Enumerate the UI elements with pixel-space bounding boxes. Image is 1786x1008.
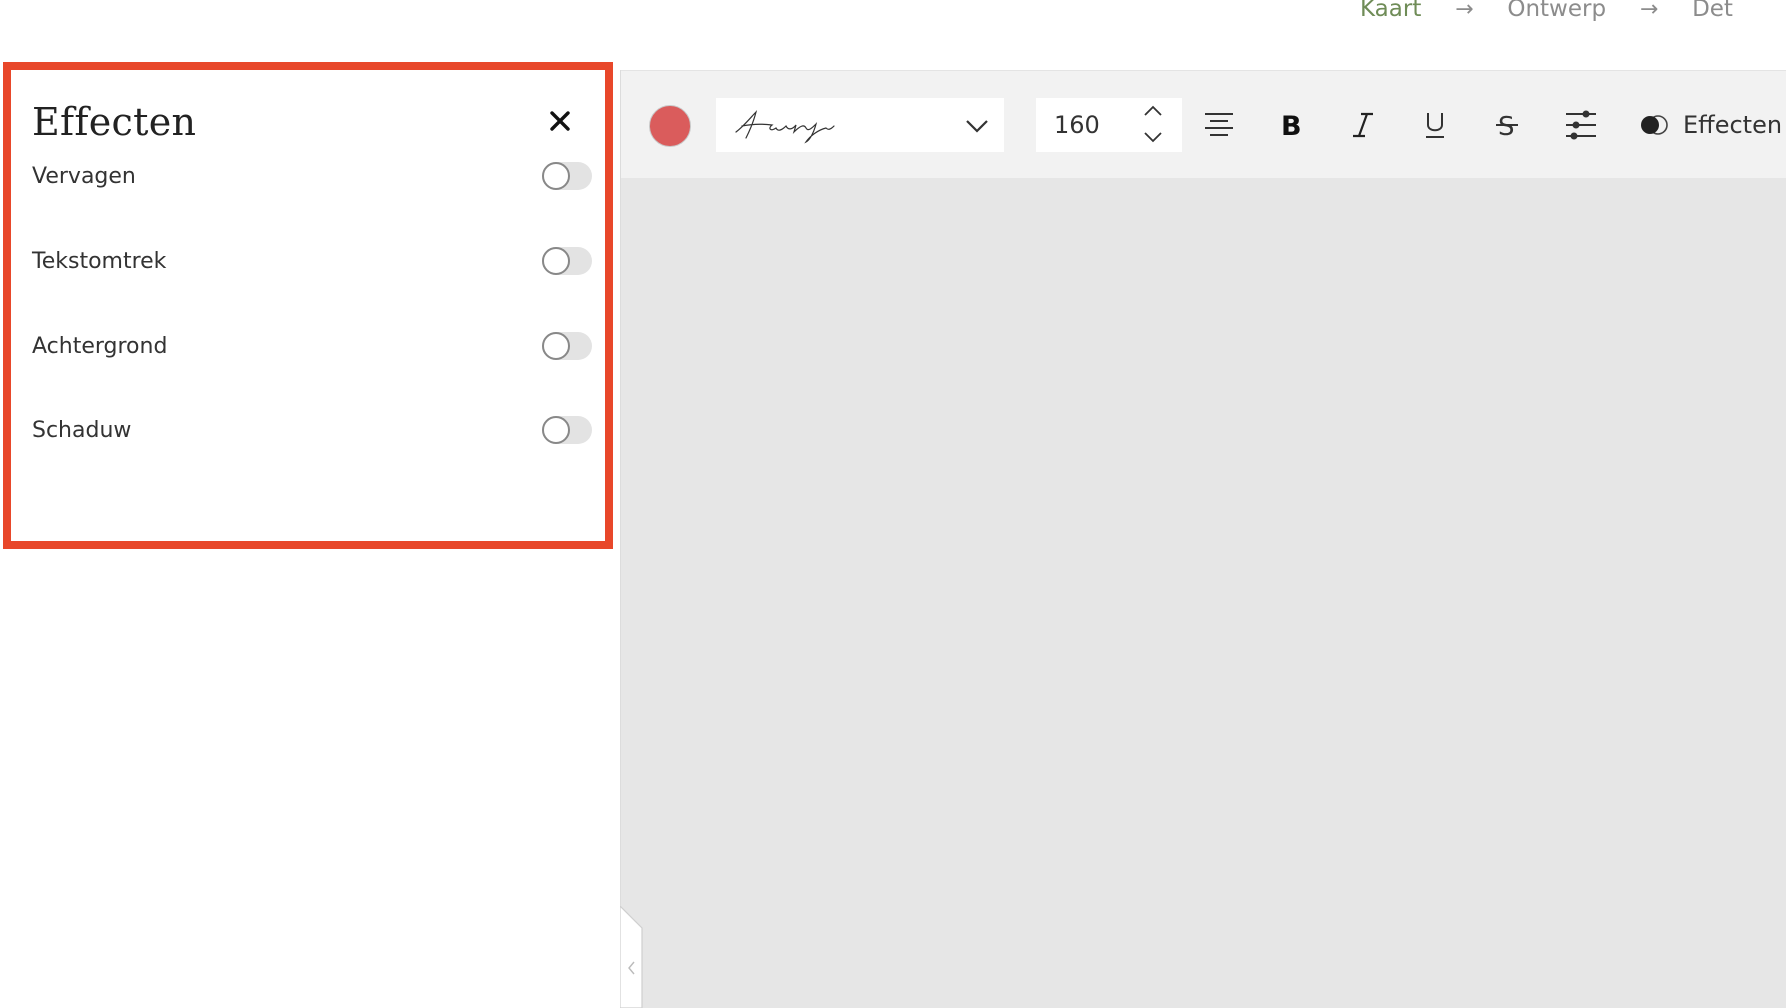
underline-icon[interactable] <box>1415 105 1455 145</box>
effects-button-label: Effecten <box>1683 111 1783 139</box>
svg-text:B: B <box>1281 111 1302 140</box>
chevron-down-icon <box>966 120 988 133</box>
arrow-right-icon: → <box>1639 0 1659 22</box>
font-size-input[interactable]: 160 <box>1036 98 1126 152</box>
effect-row-tekstomtrek: Tekstomtrek <box>32 241 592 281</box>
effect-row-schaduw: Schaduw <box>32 410 592 450</box>
editor-canvas[interactable]: 160 B S Effecten <box>620 70 1786 1008</box>
step-details[interactable]: Det <box>1692 0 1733 22</box>
vervagen-toggle[interactable] <box>542 162 592 190</box>
effect-label: Achtergrond <box>32 333 168 359</box>
bold-icon[interactable]: B <box>1271 105 1311 145</box>
text-color-swatch[interactable] <box>649 105 691 147</box>
close-icon[interactable] <box>545 106 575 136</box>
chevron-down-icon[interactable] <box>1142 130 1164 144</box>
effect-row-vervagen: Vervagen <box>32 156 592 196</box>
text-toolbar: 160 B S Effecten <box>621 70 1786 178</box>
align-center-icon[interactable] <box>1199 105 1239 145</box>
toggle-knob <box>542 416 570 444</box>
step-ontwerp[interactable]: Ontwerp <box>1507 0 1606 22</box>
effects-button[interactable]: Effecten <box>1639 103 1782 147</box>
effect-label: Tekstomtrek <box>32 248 167 274</box>
arrow-right-icon: → <box>1455 0 1474 22</box>
step-navigation: Kaart → Ontwerp → Det <box>1360 0 1733 24</box>
tekstomtrek-toggle[interactable] <box>542 247 592 275</box>
effects-icon <box>1641 115 1668 135</box>
toggle-knob <box>542 247 570 275</box>
strikethrough-icon[interactable]: S <box>1487 105 1527 145</box>
toggle-knob <box>542 162 570 190</box>
schaduw-toggle[interactable] <box>542 416 592 444</box>
panel-title: Effecten <box>32 100 197 144</box>
font-select[interactable] <box>716 98 1004 152</box>
achtergrond-toggle[interactable] <box>542 332 592 360</box>
font-size-stepper <box>1126 98 1182 152</box>
effects-panel: Effecten Vervagen Tekstomtrek Achtergron… <box>3 62 613 549</box>
effect-label: Schaduw <box>32 417 132 443</box>
collapse-handle[interactable] <box>620 906 648 1008</box>
effect-label: Vervagen <box>32 163 136 189</box>
sliders-icon[interactable] <box>1561 105 1601 145</box>
chevron-up-icon[interactable] <box>1142 104 1164 118</box>
toggle-knob <box>542 332 570 360</box>
step-kaart[interactable]: Kaart <box>1360 0 1421 22</box>
effect-row-achtergrond: Achtergrond <box>32 326 592 366</box>
italic-icon[interactable] <box>1343 105 1383 145</box>
font-preview <box>735 110 835 144</box>
